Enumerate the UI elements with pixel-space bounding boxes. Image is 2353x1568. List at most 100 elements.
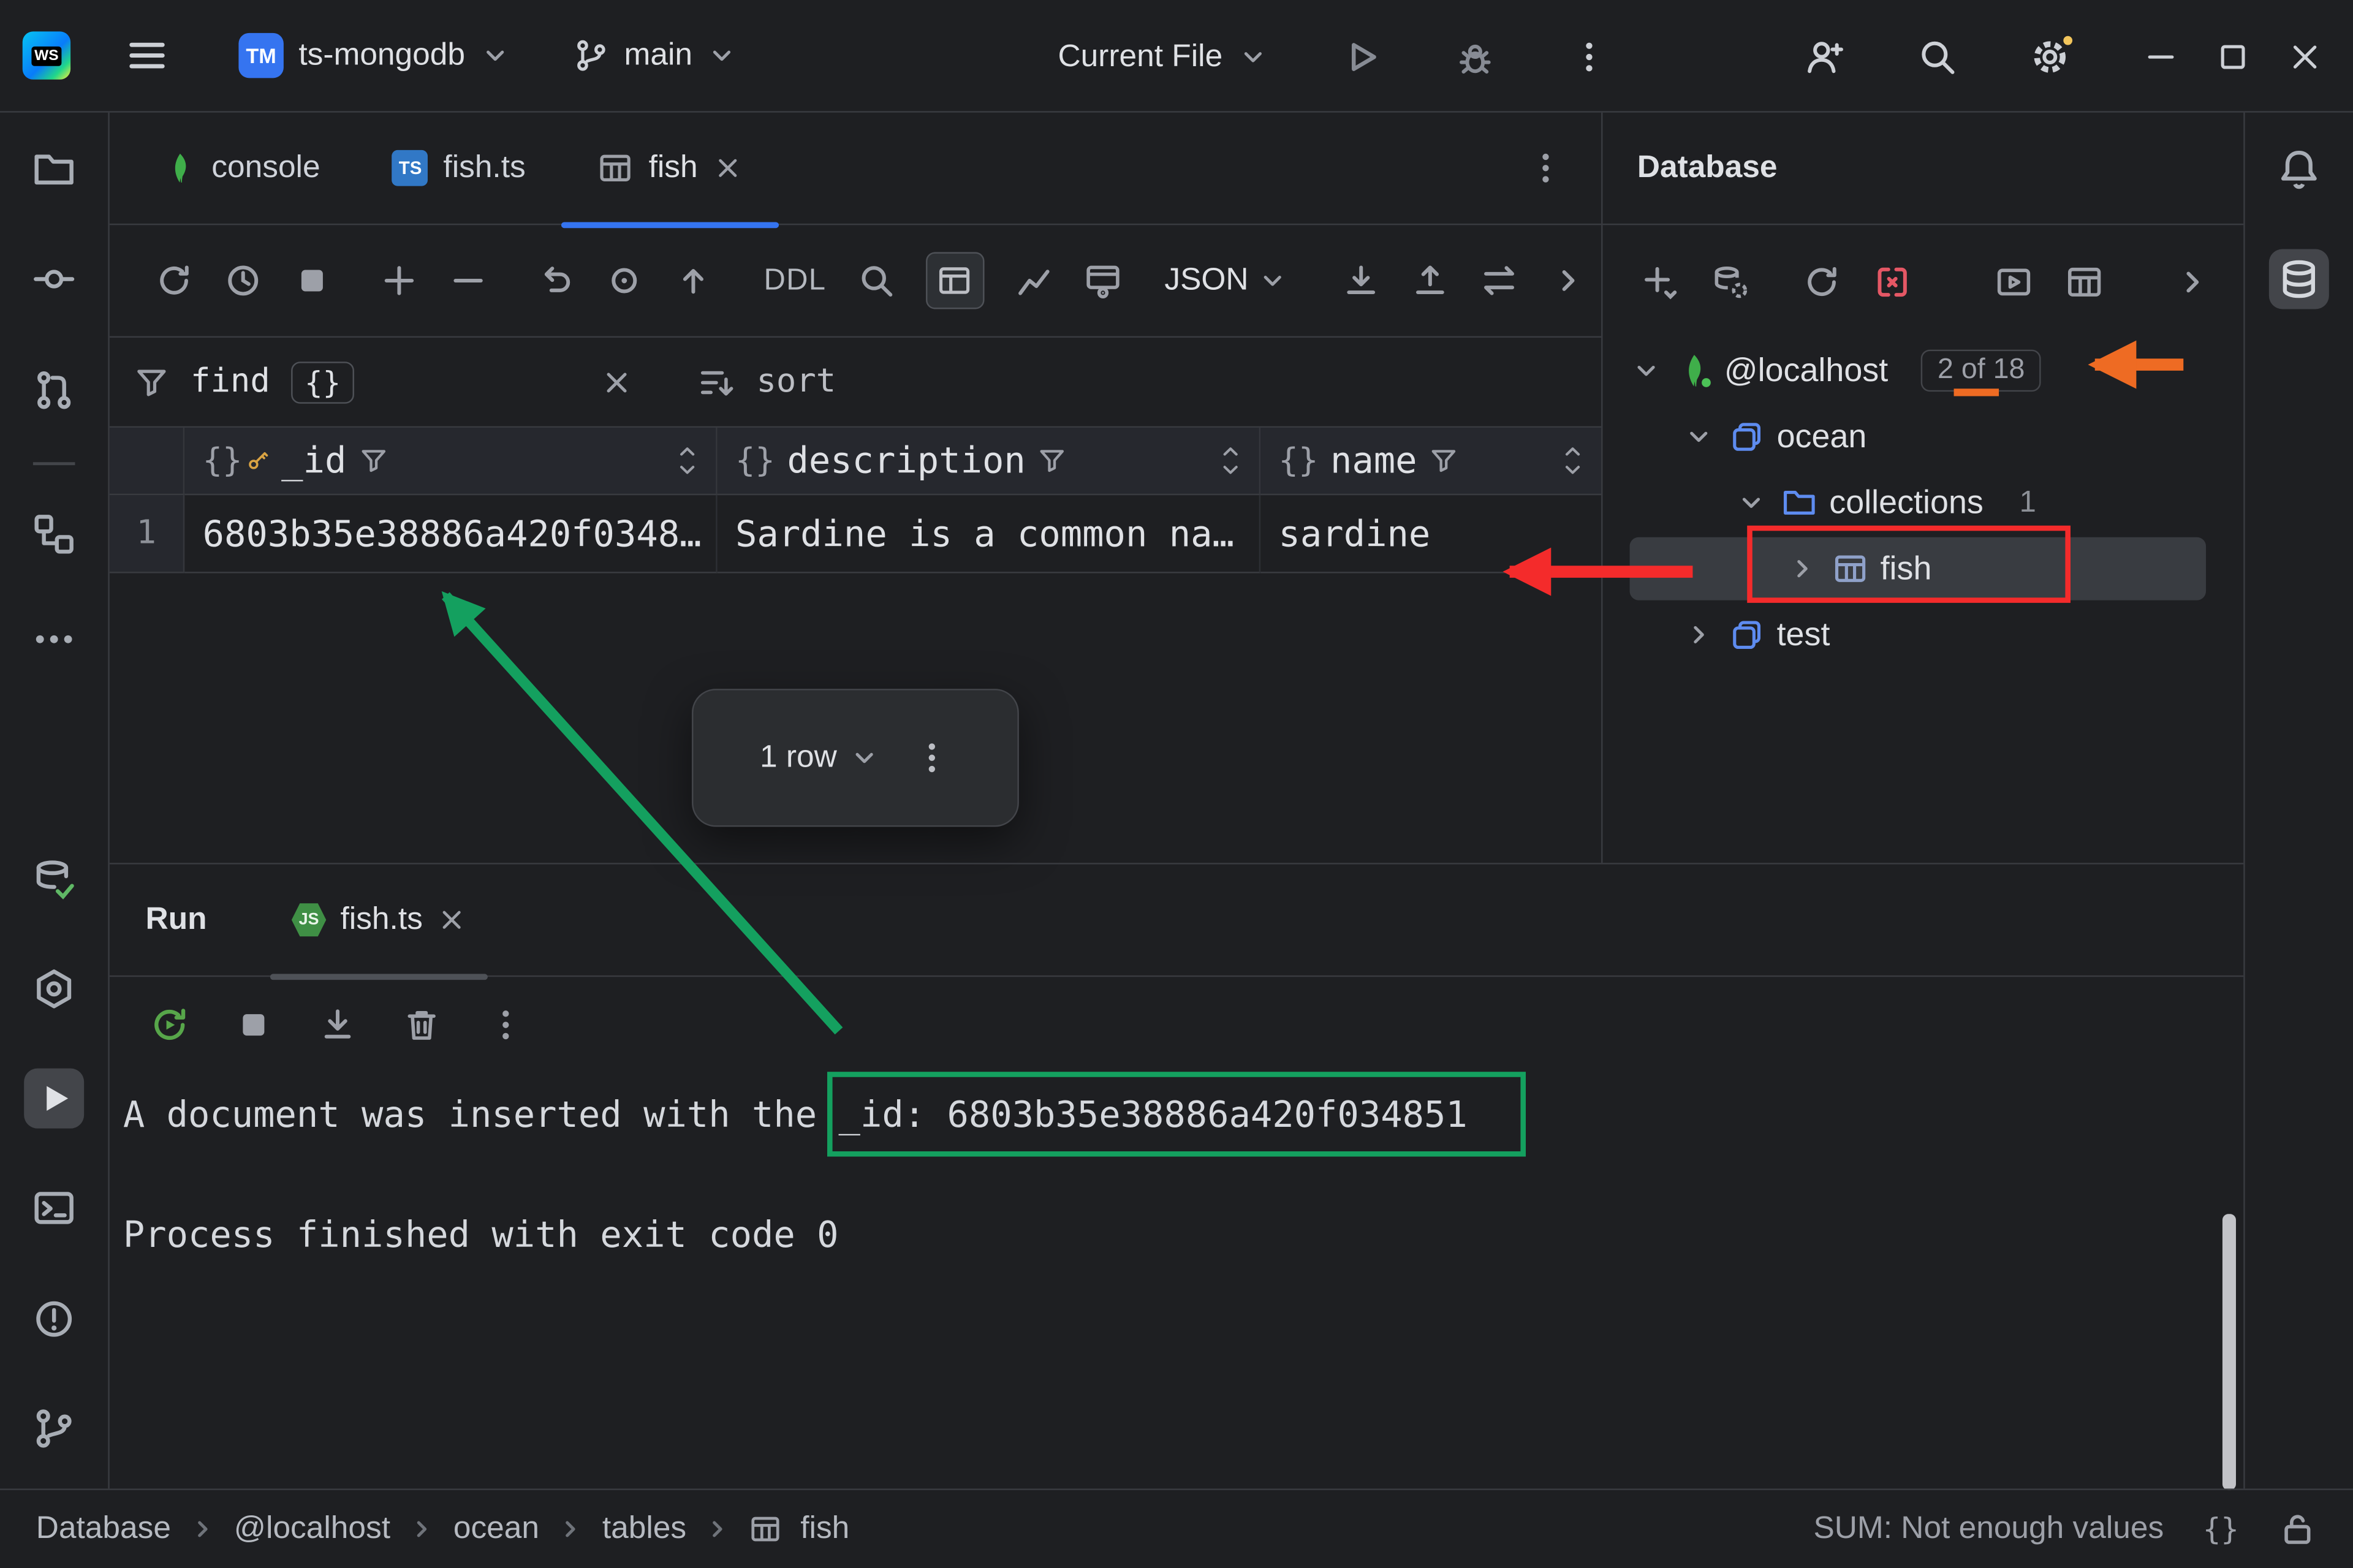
history-button[interactable] (224, 260, 263, 302)
stop-process-button[interactable] (233, 1004, 275, 1046)
chevron-right-icon[interactable] (1681, 617, 1717, 653)
services-tool-button[interactable] (24, 959, 84, 1019)
filter-toggle-button[interactable] (925, 252, 985, 309)
view-format-dropdown[interactable]: JSON (1164, 263, 1287, 299)
chevron-down-icon[interactable] (1733, 485, 1770, 521)
terminal-tool-button[interactable] (24, 1178, 84, 1238)
revert-button[interactable] (536, 260, 575, 302)
clear-filter-button[interactable] (601, 365, 634, 398)
crumb-localhost[interactable]: @localhost (234, 1511, 390, 1547)
problems-tool-button[interactable] (24, 1289, 84, 1349)
disconnect-button[interactable] (1871, 260, 1914, 303)
grid-search-button[interactable] (856, 260, 895, 302)
close-tab-icon[interactable] (436, 905, 466, 935)
tab-fish[interactable]: fish (562, 112, 779, 224)
more-actions-button[interactable] (1556, 23, 1622, 89)
tree-node-collections[interactable]: collections 1 (1603, 470, 2244, 536)
cell-name[interactable]: sardine (1260, 495, 1601, 573)
chevron-down-icon[interactable] (1681, 419, 1717, 455)
tab-console[interactable]: console (127, 112, 356, 224)
crumb-fish[interactable]: fish (800, 1511, 849, 1547)
webstorm-logo-icon[interactable]: WS (23, 31, 70, 79)
chevron-down-icon[interactable] (1628, 353, 1664, 389)
branch-selector[interactable]: main (561, 23, 749, 89)
add-row-button[interactable] (380, 260, 419, 302)
find-usages-button[interactable] (605, 260, 644, 302)
settings-button[interactable] (2017, 23, 2083, 89)
main-menu-button[interactable] (113, 23, 182, 89)
search-everywhere-button[interactable] (1904, 23, 1971, 89)
table-view-button[interactable] (2063, 260, 2105, 303)
query-console-button[interactable] (1993, 260, 2035, 303)
row-count-dropdown[interactable]: 1 row (760, 740, 879, 776)
tab-fish-ts[interactable]: TS fish.ts (356, 112, 561, 224)
minimize-button[interactable] (2125, 0, 2197, 113)
export-button[interactable] (1341, 260, 1381, 302)
run-tool-button[interactable] (24, 1069, 84, 1129)
run-tab-fish-ts[interactable]: JS fish.ts (270, 863, 487, 976)
aggregate-braces-button[interactable]: {} (2203, 1511, 2239, 1547)
hamburger-icon (124, 33, 169, 78)
maximize-button[interactable] (2197, 0, 2269, 113)
submit-button[interactable] (674, 260, 713, 302)
panel-more-button[interactable] (2172, 260, 2214, 303)
aggregate-status[interactable]: SUM: Not enough values (1813, 1511, 2164, 1547)
delete-row-button[interactable] (449, 260, 488, 302)
view-options-button[interactable] (1083, 260, 1123, 302)
refresh-button[interactable] (154, 260, 194, 302)
funnel-icon[interactable] (358, 445, 388, 475)
tree-node-ocean[interactable]: ocean (1603, 404, 2244, 470)
chart-button[interactable] (1015, 260, 1054, 302)
stop-button[interactable] (293, 260, 332, 302)
notifications-button[interactable] (2269, 140, 2329, 200)
run-more-button[interactable] (485, 1004, 527, 1046)
rerun-button[interactable] (148, 1004, 191, 1046)
pager-options-button[interactable] (912, 738, 951, 778)
version-control-tool-button[interactable] (24, 1398, 84, 1458)
new-datasource-button[interactable] (1639, 260, 1681, 303)
close-tab-icon[interactable] (713, 153, 743, 183)
scrollbar-thumb[interactable] (2222, 1214, 2236, 1490)
tab-list-button[interactable] (1526, 148, 1566, 187)
refresh-datasource-button[interactable] (1801, 260, 1843, 303)
database-changes-tool-button[interactable] (24, 849, 84, 909)
tree-node-test[interactable]: test (1603, 602, 2244, 668)
more-tool-windows-button[interactable] (24, 609, 84, 669)
scroll-to-end-button[interactable] (317, 1004, 359, 1046)
crumb-tables[interactable]: tables (602, 1511, 686, 1547)
cell-id[interactable]: 6803b35e38886a420f0348… (184, 495, 717, 573)
database-tool-button[interactable] (2269, 249, 2329, 309)
run-config-selector[interactable]: Current File (1046, 23, 1279, 89)
sort-arrows-icon[interactable] (1562, 445, 1583, 475)
close-button[interactable] (2269, 0, 2341, 113)
ddl-button[interactable]: DDL (764, 263, 827, 298)
sort-arrows-icon[interactable] (676, 445, 697, 475)
funnel-icon[interactable] (1429, 445, 1459, 475)
lock-button[interactable] (2278, 1510, 2317, 1549)
column-header-id[interactable]: {} _id (184, 428, 717, 495)
cell-description[interactable]: Sardine is a common na… (718, 495, 1261, 573)
clear-output-button[interactable] (401, 1004, 443, 1046)
tree-node-fish[interactable]: fish (1603, 536, 2244, 602)
run-button[interactable] (1328, 23, 1394, 89)
import-button[interactable] (1411, 260, 1450, 302)
debug-button[interactable] (1442, 23, 1508, 89)
chevron-right-icon[interactable] (1784, 551, 1821, 587)
compare-button[interactable] (1480, 260, 1519, 302)
datasource-properties-button[interactable] (1709, 260, 1751, 303)
crumb-ocean[interactable]: ocean (453, 1511, 539, 1547)
structure-tool-button[interactable] (24, 504, 84, 564)
pull-requests-tool-button[interactable] (24, 360, 84, 420)
sort-arrows-icon[interactable] (1220, 445, 1241, 475)
crumb-database[interactable]: Database (36, 1511, 171, 1547)
tree-node-localhost[interactable]: @localhost 2 of 18 (1603, 338, 2244, 404)
column-header-description[interactable]: {} description (718, 428, 1261, 495)
code-with-me-button[interactable] (1792, 23, 1858, 89)
toolbar-more-button[interactable] (1548, 260, 1586, 302)
funnel-icon[interactable] (1037, 445, 1067, 475)
project-selector[interactable]: TM ts-mongodb (227, 23, 522, 89)
commit-tool-button[interactable] (24, 249, 84, 309)
find-filter-input[interactable]: {} (291, 361, 354, 403)
project-tool-button[interactable] (24, 140, 84, 200)
column-header-name[interactable]: {} name (1260, 428, 1601, 495)
